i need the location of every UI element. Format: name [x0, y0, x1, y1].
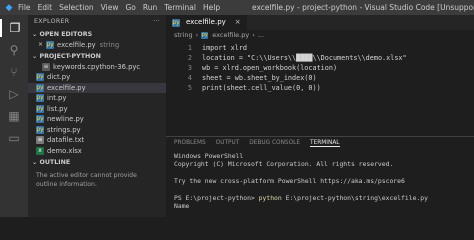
python-file-icon: py	[46, 41, 55, 50]
code-text: sheet = wb.sheet_by_index(0)	[202, 74, 317, 82]
explorer-header: EXPLORER ···	[28, 15, 166, 29]
python-file-icon: py	[36, 115, 44, 124]
breadcrumb-symbol[interactable]: ...	[258, 30, 264, 41]
menu-file[interactable]: File	[18, 3, 31, 12]
more-actions-icon[interactable]: ···	[153, 15, 160, 29]
editor-area: py excelfile.py × string › py excelfile.…	[166, 15, 474, 136]
tab-excelfile[interactable]: py excelfile.py ×	[166, 15, 247, 30]
excel-file-icon: x	[36, 146, 44, 155]
project-section[interactable]: ⌄ PROJECT-PYTHON	[28, 51, 166, 62]
line-number: 4	[187, 74, 192, 82]
code-editor[interactable]: 1 import xlrd 2 location = "C:\\Users\\███…	[166, 43, 474, 93]
menu-view[interactable]: View	[101, 3, 119, 12]
code-text: location = "C:\\Users\\████\\Documents\\…	[202, 54, 407, 62]
code-line: 3 wb = xlrd.open_workbook(location)	[166, 63, 474, 73]
chevron-right-icon: ›	[252, 31, 255, 39]
terminal[interactable]: Windows PowerShell Copyright (C) Microsof…	[166, 149, 474, 214]
breadcrumb: string › py excelfile.py › ...	[166, 30, 474, 41]
menu-terminal[interactable]: Terminal	[164, 3, 196, 12]
file-item[interactable]: ≡ datafile.txt	[28, 135, 166, 146]
breadcrumb-folder[interactable]: string	[174, 30, 193, 41]
code-line: 2 location = "C:\\Users\\████\\Documents\…	[166, 53, 474, 63]
terminal-line: Try the new cross-platform PowerShell ht…	[174, 177, 405, 186]
python-file-icon: py	[36, 94, 44, 103]
terminal-args: E:\project-python\string\excelfile.py	[281, 194, 428, 202]
code-text: print(sheet.cell_value(0, 0))	[202, 84, 321, 92]
search-icon[interactable]: ⚲	[0, 41, 28, 59]
menu-bar: File Edit Selection View Go Run Terminal…	[18, 3, 220, 12]
open-editor-item[interactable]: × py excelfile.py string	[28, 40, 166, 51]
editor-tabs: py excelfile.py ×	[166, 15, 474, 30]
line-number: 1	[187, 44, 192, 52]
file-item[interactable]: py strings.py	[28, 125, 166, 136]
terminal-command: python	[258, 194, 282, 202]
code-line: 1 import xlrd	[166, 43, 474, 53]
terminal-prompt-line: PS E:\project-python> python E:\project-…	[174, 194, 466, 202]
file-item[interactable]: x demo.xlsx	[28, 146, 166, 157]
python-file-icon: py	[36, 125, 44, 134]
line-number: 2	[187, 54, 192, 62]
tab-debug-console[interactable]: DEBUG CONSOLE	[249, 140, 300, 146]
python-file-icon: py	[172, 18, 180, 27]
close-icon[interactable]: ×	[38, 40, 43, 51]
terminal-line: Windows PowerShell	[174, 152, 244, 160]
title-bar: ◆ File Edit Selection View Go Run Termin…	[0, 0, 474, 15]
file-item[interactable]: py list.py	[28, 104, 166, 115]
menu-go[interactable]: Go	[125, 3, 135, 12]
python-file-icon: py	[36, 73, 44, 82]
open-editors-section[interactable]: ⌄ OPEN EDITORS	[28, 29, 166, 40]
remote-explorer-icon[interactable]: ▭	[0, 129, 28, 147]
outline-section[interactable]: ⌄ OUTLINE	[28, 157, 166, 168]
terminal-prompt: PS E:\project-python>	[174, 194, 259, 202]
close-tab-icon[interactable]: ×	[235, 15, 241, 30]
menu-selection[interactable]: Selection	[59, 3, 94, 12]
tab-terminal[interactable]: TERMINAL	[310, 140, 340, 147]
line-number: 3	[187, 64, 192, 72]
terminal-line: Copyright (C) Microsoft Corporation. All…	[174, 160, 394, 169]
code-line: 4 sheet = wb.sheet_by_index(0)	[166, 73, 474, 83]
source-control-icon[interactable]: ⑂	[0, 63, 28, 81]
tab-output[interactable]: OUTPUT	[216, 140, 240, 146]
python-file-icon: py	[36, 104, 44, 113]
code-text: wb = xlrd.open_workbook(location)	[202, 64, 338, 72]
terminal-output: Name	[174, 202, 190, 211]
menu-edit[interactable]: Edit	[38, 3, 53, 12]
files-icon[interactable]: ❐	[0, 19, 28, 37]
extensions-icon[interactable]: ▦	[0, 107, 28, 125]
line-number: 5	[187, 84, 192, 92]
python-file-icon: py	[36, 83, 44, 92]
vscode-logo-icon: ◆	[5, 2, 13, 13]
chevron-right-icon: ›	[195, 31, 199, 39]
file-item-selected[interactable]: py excelfile.py	[28, 82, 166, 93]
text-file-icon: ≡	[36, 136, 44, 145]
code-text: import xlrd	[202, 44, 248, 52]
bottom-panel: PROBLEMS OUTPUT DEBUG CONSOLE TERMINAL W…	[166, 136, 474, 218]
python-file-icon: py	[201, 32, 209, 39]
outline-hint: The active editor cannot provide outline…	[36, 172, 137, 188]
explorer-title: EXPLORER	[34, 18, 70, 25]
panel-tabs: PROBLEMS OUTPUT DEBUG CONSOLE TERMINAL	[166, 137, 474, 149]
window-title: excelfile.py - project-python - Visual S…	[252, 3, 474, 12]
breadcrumb-file[interactable]: excelfile.py	[212, 30, 249, 41]
code-line: 5 print(sheet.cell_value(0, 0))	[166, 83, 474, 93]
tab-problems[interactable]: PROBLEMS	[174, 140, 206, 146]
file-item[interactable]: ≡ keywords.cpython-36.pyc	[28, 62, 166, 73]
menu-run[interactable]: Run	[143, 3, 157, 12]
activity-bar: ❐ ⚲ ⑂ ▷ ▦ ▭	[0, 15, 28, 217]
file-item[interactable]: py dict.py	[28, 72, 166, 83]
menu-help[interactable]: Help	[203, 3, 220, 12]
run-debug-icon[interactable]: ▷	[0, 85, 28, 103]
explorer-sidebar: EXPLORER ··· ⌄ OPEN EDITORS × py excelfi…	[28, 15, 166, 217]
file-item[interactable]: py newline.py	[28, 114, 166, 125]
file-item[interactable]: py int.py	[28, 93, 166, 104]
pyc-file-icon: ≡	[42, 62, 50, 71]
